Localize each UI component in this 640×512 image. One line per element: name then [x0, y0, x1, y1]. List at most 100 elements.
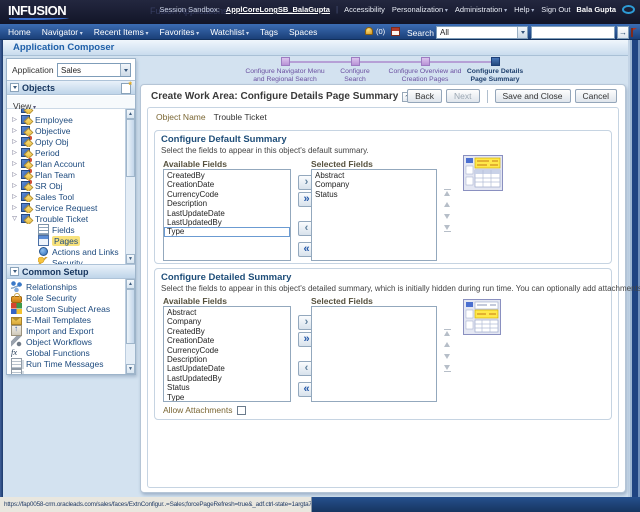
list-item[interactable]: CurrencyCode	[164, 346, 290, 355]
saved-search-icon[interactable]	[631, 28, 638, 37]
tree-item[interactable]: Objective	[7, 125, 124, 136]
scroll-up-icon[interactable]: ▲	[126, 279, 135, 289]
list-item[interactable]: CurrencyCode	[164, 190, 290, 199]
train-step-icon[interactable]	[350, 57, 360, 66]
list-item[interactable]: Company	[312, 180, 436, 189]
menu-item[interactable]: Tags	[260, 27, 278, 37]
available-fields-list[interactable]: CreatedBy CreationDate CurrencyCode Descrip…	[163, 169, 291, 261]
calendar-icon[interactable]	[391, 27, 400, 36]
notifications-bell-icon[interactable]	[365, 27, 373, 35]
save-and-close-button[interactable]: Save and Close	[494, 89, 571, 103]
tree-item[interactable]: Actions and Links	[7, 246, 124, 257]
tree-item[interactable]: Security	[7, 257, 124, 264]
train-step-icon[interactable]	[490, 57, 500, 66]
collapse-icon[interactable]	[10, 267, 19, 276]
tree-item[interactable]: Service Request	[7, 202, 124, 213]
search-go-button[interactable]: →	[617, 26, 629, 39]
list-item[interactable]: CreatedBy	[164, 171, 290, 180]
train-step-icon[interactable]	[280, 57, 290, 66]
header-link[interactable]: Sign Out	[541, 5, 570, 14]
move-down-icon[interactable]	[443, 353, 452, 360]
tree-item[interactable]: Employee	[7, 114, 124, 125]
list-item[interactable]: LastUpdatedBy	[164, 218, 290, 227]
scroll-down-icon[interactable]: ▼	[126, 254, 135, 264]
objects-tree-scrollbar[interactable]: ▲ ▼	[125, 109, 135, 264]
scroll-down-icon[interactable]: ▼	[126, 364, 135, 374]
header-link[interactable]: Personalization	[392, 5, 448, 14]
common-setup-item[interactable]: Object Workflows	[7, 336, 124, 347]
common-setup-item[interactable]: Run Time Messages	[7, 358, 124, 369]
list-item[interactable]: LastUpdatedBy	[164, 374, 290, 383]
train-step[interactable]: Configure Navigator Menu and Regional Se…	[245, 57, 325, 83]
tree-item[interactable]: Fields	[7, 224, 124, 235]
chevron-down-icon[interactable]	[120, 64, 130, 76]
tree-item[interactable]: SR Obj	[7, 180, 124, 191]
list-item[interactable]: Description	[164, 199, 290, 208]
collapse-icon[interactable]	[10, 83, 19, 92]
caret-icon[interactable]	[11, 149, 18, 156]
selected-fields-list[interactable]: Abstract Company Status	[311, 169, 437, 261]
common-setup-item[interactable]: Global Functions	[7, 347, 124, 358]
common-setup-section-header[interactable]: Common Setup	[7, 264, 135, 279]
move-up-icon[interactable]	[443, 341, 452, 348]
menu-item[interactable]: Watchlist	[210, 27, 249, 37]
menu-item[interactable]: Home	[8, 27, 31, 37]
scrollbar-thumb[interactable]	[126, 119, 135, 177]
global-search-input[interactable]	[531, 26, 615, 39]
caret-icon[interactable]	[11, 193, 18, 200]
move-top-icon[interactable]	[443, 329, 452, 336]
session-sandbox-link[interactable]: ApplCoreLongSB_BalaGupta	[226, 5, 330, 14]
scroll-up-icon[interactable]: ▲	[126, 109, 135, 119]
back-button[interactable]: Back	[407, 89, 443, 103]
menu-item[interactable]: Navigator	[42, 27, 83, 37]
caret-icon[interactable]	[11, 171, 18, 178]
train-step[interactable]: Configure Overview and Creation Pages	[389, 57, 461, 83]
allow-attachments-checkbox[interactable]	[237, 405, 247, 415]
header-link[interactable]: Administration	[455, 5, 507, 14]
menu-item[interactable]: Favorites	[160, 27, 200, 37]
tree-item[interactable]: Period	[7, 147, 124, 158]
caret-icon[interactable]	[11, 138, 18, 145]
cancel-button[interactable]: Cancel	[574, 89, 617, 103]
common-setup-item[interactable]: E-Mail Templates	[7, 314, 124, 325]
common-setup-item-clipped[interactable]	[7, 369, 124, 374]
caret-icon[interactable]	[11, 204, 18, 211]
caret-icon[interactable]	[11, 215, 18, 222]
application-select[interactable]: Sales	[57, 63, 131, 77]
list-item[interactable]: Status	[164, 383, 290, 392]
tree-item[interactable]: Pages	[7, 235, 124, 246]
tree-item[interactable]: Plan Account	[7, 158, 124, 169]
chevron-down-icon[interactable]	[517, 27, 527, 38]
menu-item[interactable]: Recent Items	[94, 27, 149, 37]
list-item[interactable]: Abstract	[164, 308, 290, 317]
list-item[interactable]: Type	[164, 393, 290, 401]
common-setup-item[interactable]: Custom Subject Areas	[7, 303, 124, 314]
list-item[interactable]: CreationDate	[164, 180, 290, 189]
move-bottom-icon[interactable]	[443, 365, 452, 372]
tree-item[interactable]: Plan Team	[7, 169, 124, 180]
new-object-icon[interactable]	[121, 80, 132, 94]
search-scope-select[interactable]: All	[436, 26, 528, 39]
tree-item[interactable]: Trouble Ticket	[7, 213, 124, 224]
common-setup-item[interactable]: Relationships	[7, 281, 124, 292]
move-bottom-icon[interactable]	[443, 225, 452, 232]
train-step-icon[interactable]	[420, 57, 430, 66]
menu-item[interactable]: Spaces	[289, 27, 317, 37]
tree-item[interactable]: Opty Obj	[7, 136, 124, 147]
common-setup-item[interactable]: Role Security	[7, 292, 124, 303]
list-item[interactable]: Description	[164, 355, 290, 364]
list-item[interactable]: Status	[312, 190, 436, 199]
train-step[interactable]: Configure Details Page Summary	[460, 57, 530, 83]
list-item[interactable]: CreatedBy	[164, 327, 290, 336]
available-fields-list[interactable]: Abstract Company CreatedBy CreationDate Curr…	[163, 306, 291, 402]
list-item[interactable]: CreationDate	[164, 336, 290, 345]
list-item[interactable]: LastUpdateDate	[164, 364, 290, 373]
caret-icon[interactable]	[11, 182, 18, 189]
tree-item[interactable]: Sales Tool	[7, 191, 124, 202]
list-item[interactable]: Abstract	[312, 171, 436, 180]
caret-icon[interactable]	[11, 127, 18, 134]
selected-fields-list[interactable]	[311, 306, 437, 402]
list-item[interactable]: Type	[164, 227, 290, 237]
header-link[interactable]: Help	[514, 5, 534, 14]
caret-icon[interactable]	[11, 160, 18, 167]
